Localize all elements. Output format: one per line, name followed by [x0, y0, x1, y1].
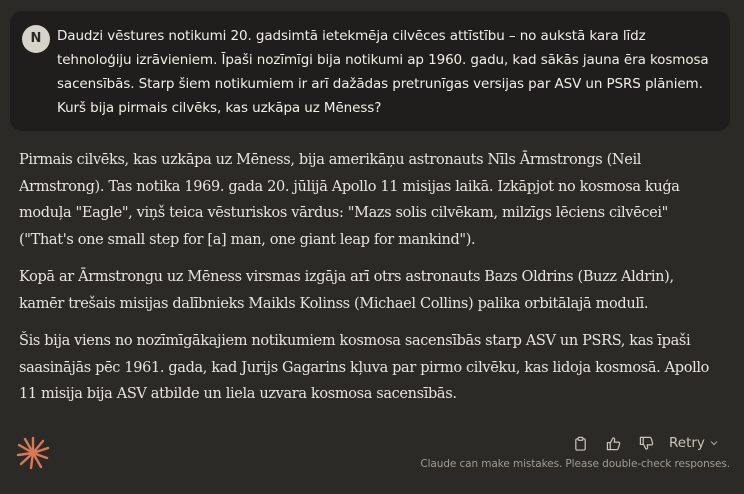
assistant-paragraph: Kopā ar Ārmstrongu uz Mēness virsmas izg… [19, 269, 674, 312]
assistant-paragraph: Šis bija viens no nozīmīgākajiem notikum… [19, 333, 710, 402]
retry-label: Retry [669, 435, 705, 451]
user-message-bubble: N Daudzi vēstures notikumi 20. gadsimtā … [10, 11, 730, 131]
assistant-paragraph: Pirmais cilvēks, kas uzkāpa uz Mēness, b… [19, 152, 680, 248]
copy-icon[interactable] [570, 433, 590, 453]
thumbs-up-icon[interactable] [603, 433, 623, 453]
user-avatar: N [22, 25, 50, 53]
user-message-text: Daudzi vēstures notikumi 20. gadsimtā ie… [57, 28, 709, 116]
claude-logo-icon [16, 436, 50, 470]
chevron-down-icon [710, 441, 718, 446]
thumbs-down-icon[interactable] [636, 433, 656, 453]
assistant-message: Pirmais cilvēks, kas uzkāpa uz Mēness, b… [19, 147, 719, 419]
retry-button[interactable]: Retry [669, 435, 719, 451]
disclaimer-text: Claude can make mistakes. Please double-… [420, 458, 730, 470]
message-actions: Retry [570, 433, 719, 453]
